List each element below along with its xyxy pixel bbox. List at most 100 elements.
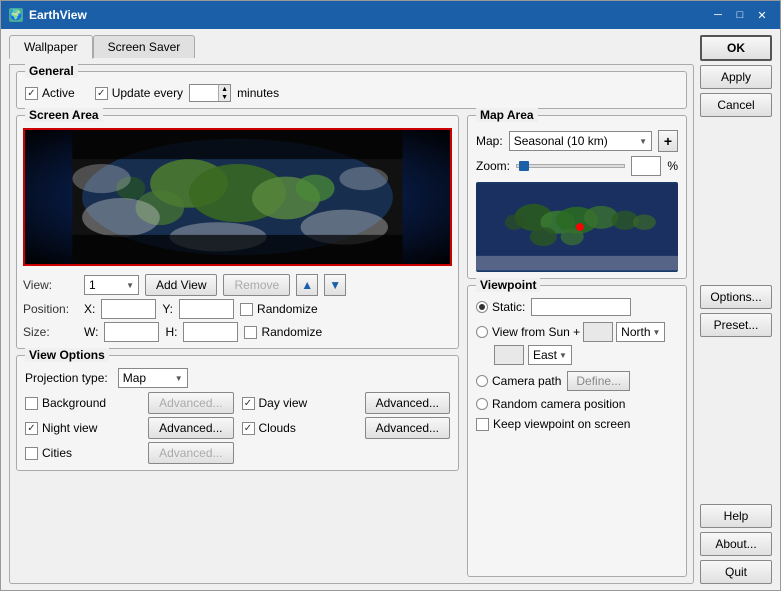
minutes-label: minutes <box>237 86 279 100</box>
zoom-slider-thumb[interactable] <box>519 161 529 171</box>
apply-button[interactable]: Apply <box>700 65 772 89</box>
static-label: Static: <box>492 300 525 314</box>
randomize2-checkbox-label[interactable]: Randomize <box>244 325 322 339</box>
clouds-checkbox-label[interactable]: Clouds <box>242 421 296 435</box>
map-value: Seasonal (10 km) <box>514 134 608 148</box>
viewpoint-group: Viewpoint Static: 0.00° N 0.00° E <box>467 285 687 577</box>
quit-button[interactable]: Quit <box>700 560 772 584</box>
update-checkbox-label[interactable]: Update every <box>95 86 183 100</box>
east-arrow: ▼ <box>559 351 567 360</box>
map-select[interactable]: Seasonal (10 km) ▼ <box>509 131 652 151</box>
app-icon: 🌍 <box>9 8 23 22</box>
randomize-checkbox-label[interactable]: Randomize <box>240 302 318 316</box>
nightview-checkbox[interactable] <box>25 422 38 435</box>
remove-button[interactable]: Remove <box>223 274 290 296</box>
zoom-row: Zoom: 1 % <box>476 156 678 176</box>
define-button[interactable]: Define... <box>567 371 630 391</box>
w-label: W: <box>84 325 98 339</box>
nightview-label: Night view <box>42 421 97 435</box>
cities-adv-button[interactable]: Advanced... <box>148 442 233 464</box>
spinbox-up[interactable]: ▲ <box>218 85 230 93</box>
x-input[interactable]: 0 <box>101 299 156 319</box>
sun-radio[interactable] <box>476 326 488 338</box>
random-camera-radio[interactable] <box>476 398 488 410</box>
add-view-button[interactable]: Add View <box>145 274 217 296</box>
camera-path-row: Camera path Define... <box>476 371 678 391</box>
static-row: Static: 0.00° N 0.00° E <box>476 298 678 316</box>
east-select[interactable]: East ▼ <box>528 345 572 365</box>
spacer2 <box>700 341 772 501</box>
sun-label: View from Sun + <box>492 325 580 339</box>
cities-checkbox-label[interactable]: Cities <box>25 446 72 460</box>
help-button[interactable]: Help <box>700 504 772 528</box>
maximize-button[interactable]: □ <box>730 7 750 23</box>
view-down-button[interactable]: ▼ <box>324 274 346 296</box>
clouds-item: Clouds Advanced... <box>242 417 451 439</box>
background-checkbox-label[interactable]: Background <box>25 396 106 410</box>
camera-path-radio[interactable] <box>476 375 488 387</box>
background-checkbox[interactable] <box>25 397 38 410</box>
map-add-button[interactable]: + <box>658 130 678 152</box>
nightview-adv-button[interactable]: Advanced... <box>148 417 233 439</box>
projection-label: Projection type: <box>25 371 108 385</box>
sun-radio-label[interactable]: View from Sun + <box>476 325 580 339</box>
cancel-button[interactable]: Cancel <box>700 93 772 117</box>
clouds-adv-button[interactable]: Advanced... <box>365 417 450 439</box>
w-input[interactable]: 1920 <box>104 322 159 342</box>
ok-button[interactable]: OK <box>700 35 772 61</box>
map-area-title: Map Area <box>476 108 538 122</box>
randomize-checkbox[interactable] <box>240 303 253 316</box>
background-adv-button[interactable]: Advanced... <box>148 392 233 414</box>
cities-checkbox[interactable] <box>25 447 38 460</box>
active-checkbox-label[interactable]: Active <box>25 86 75 100</box>
clouds-label: Clouds <box>259 421 296 435</box>
cities-item: Cities Advanced... <box>25 442 234 464</box>
tab-screensaver[interactable]: Screen Saver <box>93 35 196 58</box>
tab-wallpaper[interactable]: Wallpaper <box>9 35 93 59</box>
screen-preview: 1 <box>23 128 452 266</box>
screen-area-title: Screen Area <box>25 108 103 122</box>
right-column: Map Area Map: Seasonal (10 km) ▼ + Zo <box>467 115 687 577</box>
static-radio[interactable] <box>476 301 488 313</box>
keep-viewpoint-checkbox-label[interactable]: Keep viewpoint on screen <box>476 417 630 431</box>
dayview-adv-button[interactable]: Advanced... <box>365 392 450 414</box>
earth-svg <box>25 130 450 264</box>
position-row: Position: X: 0 Y: 0 Randomize <box>23 299 452 319</box>
update-checkbox[interactable] <box>95 87 108 100</box>
view-select[interactable]: 1 ▼ <box>84 275 139 295</box>
size-label: Size: <box>23 325 78 339</box>
h-input[interactable]: 1080 <box>183 322 238 342</box>
close-button[interactable]: ✕ <box>752 7 772 23</box>
dayview-checkbox[interactable] <box>242 397 255 410</box>
random-camera-label: Random camera position <box>492 397 625 411</box>
static-radio-label[interactable]: Static: <box>476 300 525 314</box>
north-select[interactable]: North ▼ <box>616 322 665 342</box>
main-area: Wallpaper Screen Saver General Active <box>9 35 694 584</box>
options-button[interactable]: Options... <box>700 285 772 309</box>
y-input[interactable]: 0 <box>179 299 234 319</box>
preset-button[interactable]: Preset... <box>700 313 772 337</box>
active-checkbox[interactable] <box>25 87 38 100</box>
minimize-button[interactable]: ─ <box>708 7 728 23</box>
projection-arrow: ▼ <box>175 374 183 383</box>
update-value-input[interactable]: 10 <box>190 85 218 101</box>
dayview-checkbox-label[interactable]: Day view <box>242 396 308 410</box>
update-spinbox[interactable]: 10 ▲ ▼ <box>189 84 231 102</box>
zoom-input[interactable]: 1 <box>631 156 661 176</box>
view-label: View: <box>23 278 78 292</box>
dayview-item: Day view Advanced... <box>242 392 451 414</box>
clouds-checkbox[interactable] <box>242 422 255 435</box>
random-camera-radio-label[interactable]: Random camera position <box>476 397 625 411</box>
keep-viewpoint-checkbox[interactable] <box>476 418 489 431</box>
nightview-checkbox-label[interactable]: Night view <box>25 421 97 435</box>
view-up-button[interactable]: ▲ <box>296 274 318 296</box>
about-button[interactable]: About... <box>700 532 772 556</box>
projection-select[interactable]: Map ▼ <box>118 368 188 388</box>
zoom-slider[interactable] <box>516 164 625 168</box>
spinbox-down[interactable]: ▼ <box>218 93 230 101</box>
static-coord-input[interactable]: 0.00° N 0.00° E <box>531 298 631 316</box>
camera-path-radio-label[interactable]: Camera path <box>476 374 561 388</box>
randomize2-checkbox[interactable] <box>244 326 257 339</box>
titlebar-controls: ─ □ ✕ <box>708 7 772 23</box>
map-preview-svg <box>476 182 678 272</box>
